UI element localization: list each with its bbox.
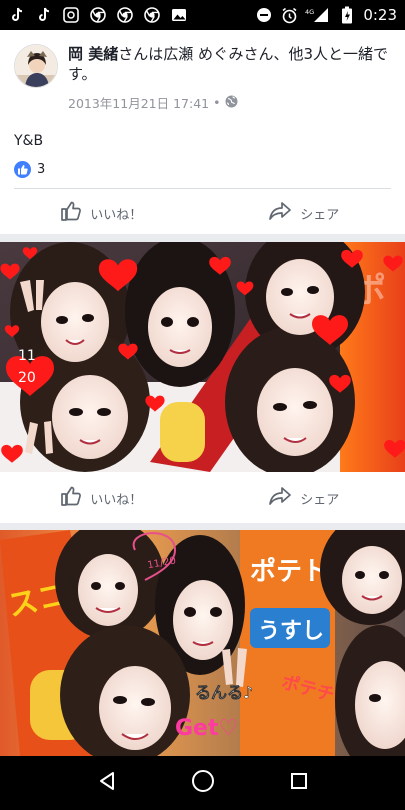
reaction-summary[interactable]: 3 bbox=[14, 161, 45, 178]
action-bar: いいね！ シェア bbox=[0, 475, 405, 521]
alarm-icon bbox=[280, 6, 298, 24]
photo-image[interactable]: スコーン うすし ポテト bbox=[0, 530, 405, 756]
thumbs-up-icon bbox=[60, 485, 82, 511]
timestamp[interactable]: 2013年11月21日 17:41 bbox=[68, 93, 209, 112]
chrome-icon bbox=[89, 6, 107, 24]
like-count: 3 bbox=[37, 162, 46, 177]
share-button[interactable]: シェア bbox=[203, 475, 405, 521]
clock: 0:23 bbox=[363, 6, 397, 24]
thumbs-up-icon bbox=[60, 200, 82, 226]
back-button[interactable] bbox=[98, 771, 116, 795]
tiktok-icon bbox=[8, 6, 26, 24]
recents-button[interactable] bbox=[290, 772, 308, 794]
globe-icon bbox=[225, 95, 238, 111]
svg-text:Get♡: Get♡ bbox=[175, 716, 238, 741]
post-card: 岡 美緒さんは広瀬 めぐみさん、他3人と一緒です。 2013年11月21日 17… bbox=[0, 30, 405, 234]
chrome-icon bbox=[116, 6, 134, 24]
share-icon bbox=[268, 200, 292, 226]
svg-text:4G: 4G bbox=[305, 8, 314, 16]
svg-text:るんる♪: るんる♪ bbox=[195, 683, 253, 702]
svg-text:11: 11 bbox=[18, 348, 36, 364]
music-icon bbox=[62, 6, 80, 24]
tiktok-icon bbox=[35, 6, 53, 24]
svg-text:20: 20 bbox=[18, 370, 36, 386]
meta-separator: • bbox=[213, 95, 221, 110]
notification-icons bbox=[8, 6, 188, 24]
signal-icon: 4G bbox=[305, 6, 331, 24]
status-bar: 4G 0:23 bbox=[0, 0, 405, 30]
photo-card: スコーン うすし ポテト bbox=[0, 530, 405, 756]
avatar[interactable] bbox=[14, 44, 58, 88]
system-nav-bar bbox=[0, 756, 405, 810]
like-reaction-icon bbox=[14, 161, 31, 178]
chrome-icon bbox=[143, 6, 161, 24]
like-button[interactable]: いいね！ bbox=[0, 475, 203, 521]
author-name[interactable]: 岡 美緒 bbox=[68, 45, 118, 63]
share-icon bbox=[268, 485, 292, 511]
post-text: Y&B bbox=[14, 133, 44, 149]
divider bbox=[14, 188, 391, 189]
post-meta: 2013年11月21日 17:41 • bbox=[68, 93, 238, 112]
photo-image[interactable]: ポ 11 20 bbox=[0, 242, 405, 472]
like-button[interactable]: いいね！ bbox=[0, 190, 203, 236]
share-label: シェア bbox=[300, 207, 340, 223]
like-label: いいね！ bbox=[90, 207, 143, 223]
home-button[interactable] bbox=[191, 769, 215, 797]
battery-icon bbox=[338, 6, 356, 24]
photo-card: ポ 11 20 いいね！ シェア bbox=[0, 242, 405, 523]
gallery-icon bbox=[170, 6, 188, 24]
dnd-icon bbox=[255, 6, 273, 24]
share-button[interactable]: シェア bbox=[203, 190, 405, 236]
action-bar: いいね！ シェア bbox=[0, 190, 405, 236]
like-label: いいね！ bbox=[90, 492, 143, 508]
share-label: シェア bbox=[300, 492, 340, 508]
post-header: 岡 美緒さんは広瀬 めぐみさん、他3人と一緒です。 bbox=[68, 44, 393, 84]
svg-text:ポテト: ポテト bbox=[250, 556, 328, 587]
svg-text:うすし: うすし bbox=[258, 619, 324, 644]
